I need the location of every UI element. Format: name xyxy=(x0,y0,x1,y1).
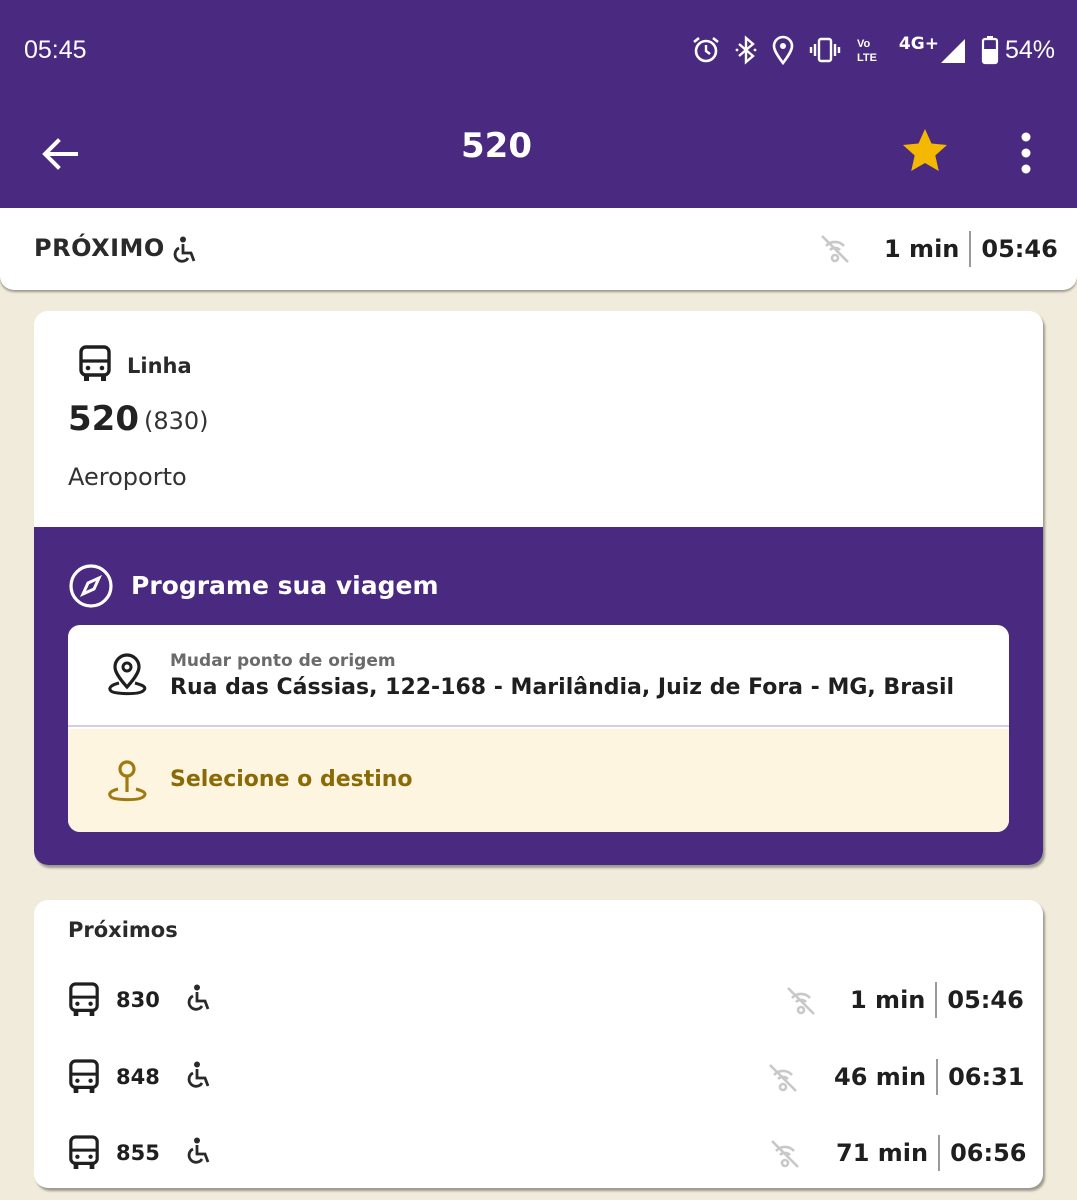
trip-planner: Programe sua viagem Mudar ponto de orige… xyxy=(34,527,1043,865)
line-card: Linha 520 (830) Aeroporto Programe sua v… xyxy=(34,311,1043,865)
destination-pin-icon xyxy=(108,760,147,802)
next-time-group: 1 min 05:46 xyxy=(884,231,1058,267)
vehicle-number: 830 xyxy=(116,988,160,1012)
row-minutes: 46 min xyxy=(834,1063,927,1091)
bus-icon xyxy=(69,1135,99,1169)
line-label: Linha xyxy=(127,354,192,378)
wheelchair-icon xyxy=(187,984,210,1011)
status-icons: Vo LTE 4G+ 54% xyxy=(691,30,1055,70)
signal-icon xyxy=(940,39,965,63)
next-departure-bar: PRÓXIMO 1 min 05:46 xyxy=(0,208,1077,290)
network-type: 4G+ xyxy=(898,34,939,54)
alarm-icon xyxy=(693,36,719,63)
svg-text:LTE: LTE xyxy=(857,52,877,64)
vibrate-icon xyxy=(809,37,841,63)
row-clock-time: 06:56 xyxy=(950,1139,1027,1167)
location-icon xyxy=(772,35,794,65)
app-bar: 520 xyxy=(0,100,1077,208)
no-realtime-icon xyxy=(771,1140,799,1168)
no-realtime-icon xyxy=(769,1064,797,1092)
bluetooth-icon xyxy=(735,35,757,65)
bus-icon xyxy=(69,982,99,1016)
row-time-group: 46 min 06:31 xyxy=(834,1059,1024,1095)
line-number: 520 xyxy=(68,399,139,439)
origin-caption: Mudar ponto de origem xyxy=(170,651,396,671)
row-clock-time: 05:46 xyxy=(947,986,1024,1014)
line-code: (830) xyxy=(144,407,209,435)
upcoming-row[interactable]: 855 71 min 06:56 xyxy=(34,1129,1043,1179)
upcoming-row[interactable]: 848 46 min 06:31 xyxy=(34,1053,1043,1103)
bus-icon xyxy=(79,345,111,381)
compass-icon xyxy=(69,564,113,608)
origin-field[interactable]: Mudar ponto de origem Rua das Cássias, 1… xyxy=(68,625,1009,727)
battery-icon xyxy=(981,36,999,65)
vehicle-number: 848 xyxy=(116,1065,160,1089)
next-minutes: 1 min xyxy=(884,235,960,263)
next-clock-time: 05:46 xyxy=(981,235,1058,263)
vehicle-number: 855 xyxy=(116,1141,160,1165)
wheelchair-icon xyxy=(187,1137,210,1164)
trip-planner-box: Mudar ponto de origem Rua das Cássias, 1… xyxy=(68,625,1009,832)
status-bar: 05:45 Vo LTE 4G+ 54% xyxy=(0,0,1077,100)
location-pin-icon xyxy=(108,653,147,696)
no-realtime-icon xyxy=(821,235,849,263)
upcoming-row[interactable]: 830 1 min 05:46 xyxy=(34,976,1043,1026)
next-label: PRÓXIMO xyxy=(34,234,165,262)
wheelchair-icon xyxy=(173,236,196,263)
more-vertical-icon[interactable] xyxy=(1008,128,1044,178)
row-minutes: 71 min xyxy=(836,1139,929,1167)
origin-address: Rua das Cássias, 122-168 - Marilândia, J… xyxy=(170,675,955,700)
row-clock-time: 06:31 xyxy=(948,1063,1025,1091)
upcoming-header: Próximos xyxy=(68,918,178,942)
volte-icon: Vo LTE xyxy=(857,38,877,64)
row-time-group: 1 min 05:46 xyxy=(850,982,1024,1018)
upcoming-card: Próximos 830 1 min 05:46 848 46 min 06:3… xyxy=(34,900,1043,1188)
battery-percent: 54% xyxy=(1004,35,1055,64)
svg-text:Vo: Vo xyxy=(857,38,871,50)
bus-icon xyxy=(69,1059,99,1093)
line-destination: Aeroporto xyxy=(68,463,187,491)
trip-planner-title: Programe sua viagem xyxy=(131,571,439,600)
status-time: 05:45 xyxy=(24,36,87,64)
destination-label: Selecione o destino xyxy=(170,767,413,792)
row-time-group: 71 min 06:56 xyxy=(836,1135,1026,1171)
star-icon[interactable] xyxy=(900,126,950,176)
row-minutes: 1 min xyxy=(850,986,926,1014)
wheelchair-icon xyxy=(187,1061,210,1088)
destination-field[interactable]: Selecione o destino xyxy=(68,729,1009,832)
no-realtime-icon xyxy=(787,987,815,1015)
